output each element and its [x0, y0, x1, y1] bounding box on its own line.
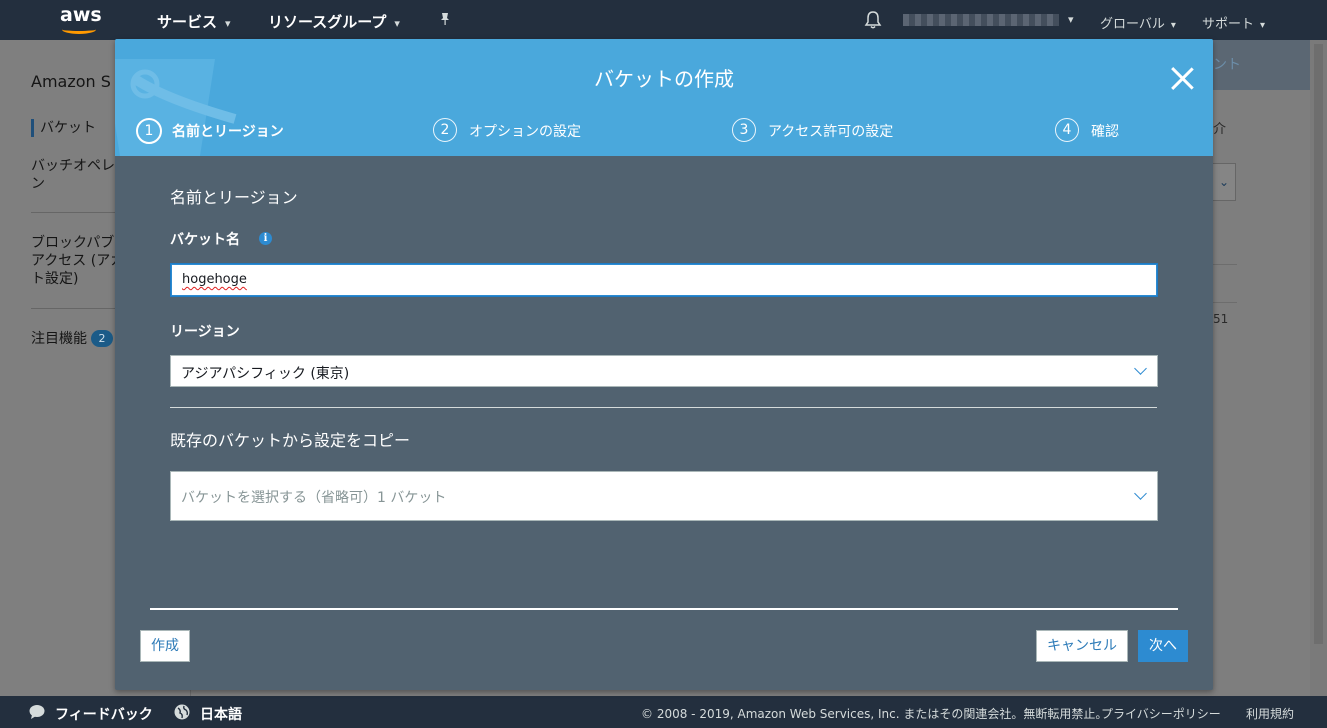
modal-title: バケットの作成	[594, 67, 734, 91]
copy-bucket-placeholder: バケットを選択する（省略可）1 バケット	[181, 490, 447, 506]
services-label: サービス	[157, 13, 218, 31]
chevron-down-icon	[1134, 362, 1147, 375]
section-divider	[170, 407, 1157, 408]
cancel-button[interactable]: キャンセル	[1036, 630, 1128, 662]
chevron-down-icon: ⌄	[1218, 175, 1230, 189]
language-selector[interactable]: 日本語	[200, 704, 242, 724]
sidebar-divider	[31, 212, 116, 213]
top-navigation: aws サービス ▾ リソースグループ ▾ ▾ グローバル ▾ サポート ▾	[0, 0, 1327, 40]
scrollbar-thumb[interactable]	[1314, 44, 1323, 644]
support-menu[interactable]: サポート ▾	[1202, 13, 1265, 32]
info-icon[interactable]: i	[259, 232, 272, 245]
feedback-link[interactable]: フィードバック	[55, 704, 153, 724]
step-number: 4	[1055, 118, 1079, 142]
sidebar-item-block-public-access[interactable]: ブロックパブ	[31, 234, 114, 252]
step-number: 1	[136, 118, 162, 144]
region-select[interactable]: アジアパシフィック (東京)	[170, 355, 1158, 387]
resource-groups-label: リソースグループ	[268, 13, 387, 31]
step-label: 確認	[1091, 124, 1119, 140]
background-header-strip: ント	[1213, 40, 1310, 90]
chevron-down-icon: ▾	[394, 17, 400, 30]
active-indicator	[31, 119, 34, 137]
resource-groups-menu[interactable]: リソースグループ ▾	[268, 11, 400, 32]
aws-smile-icon	[62, 25, 96, 34]
step-number: 2	[433, 118, 457, 142]
background-divider	[1213, 264, 1237, 265]
featured-count-badge: 2	[91, 330, 113, 347]
section-title: 名前とリージョン	[170, 188, 298, 207]
sidebar-item-batch-operations-cont: ン	[31, 176, 45, 192]
bucket-name-value: hogehoge	[182, 272, 247, 287]
background-header-text: ント	[1213, 57, 1241, 73]
sidebar-divider	[31, 308, 116, 309]
support-menu-label: サポート	[1202, 17, 1255, 32]
copyright-text: © 2008 - 2019, Amazon Web Services, Inc.…	[641, 707, 1108, 721]
pin-icon[interactable]	[438, 12, 452, 30]
region-label: リージョン	[170, 324, 240, 340]
bell-icon[interactable]	[864, 10, 882, 30]
footer-divider	[150, 608, 1178, 610]
terms-link[interactable]: 利用規約	[1246, 705, 1294, 722]
next-button[interactable]: 次へ	[1138, 630, 1188, 662]
privacy-policy-link[interactable]: プライバシーポリシー	[1101, 705, 1221, 722]
step-label: 名前とリージョン	[172, 124, 284, 140]
chevron-down-icon: ▾	[1068, 13, 1074, 26]
feedback-icon	[29, 704, 45, 720]
region-value: アジアパシフィック (東京)	[181, 366, 350, 382]
background-divider	[1213, 302, 1237, 303]
sidebar-item-block-public-access-cont: アクセス (アカ	[31, 253, 125, 269]
bucket-name-label: バケット名	[170, 232, 240, 248]
step-label: アクセス許可の設定	[768, 124, 894, 140]
bucket-name-input[interactable]: hogehoge	[171, 264, 1157, 296]
modal-header: バケットの作成 1 名前とリージョン 2 オプションの設定 3 アクセス許可の設…	[115, 39, 1213, 156]
sidebar-item-block-public-access-cont2: ト設定)	[31, 271, 79, 287]
copy-settings-title: 既存のバケットから設定をコピー	[170, 431, 411, 450]
chevron-down-icon: ▾	[1260, 20, 1266, 31]
chevron-down-icon	[1134, 487, 1147, 500]
background-text: 介	[1213, 122, 1227, 137]
globe-icon	[174, 704, 190, 720]
step-number: 3	[732, 118, 756, 142]
sidebar-item-featured[interactable]: 注目機能	[31, 330, 87, 348]
chevron-down-icon: ▾	[225, 17, 231, 30]
chevron-down-icon: ▾	[1170, 20, 1176, 31]
footer: フィードバック 日本語 © 2008 - 2019, Amazon Web Se…	[0, 696, 1327, 728]
background-service-title: Amazon S	[31, 72, 111, 91]
account-menu[interactable]	[903, 14, 1059, 26]
aws-logo[interactable]: aws	[60, 4, 106, 36]
region-menu-label: グローバル	[1100, 17, 1165, 32]
services-menu[interactable]: サービス ▾	[157, 11, 231, 32]
sidebar-item-batch-operations[interactable]: バッチオペレ	[31, 157, 115, 175]
create-button[interactable]: 作成	[140, 630, 190, 662]
background-select: ⌄	[1213, 163, 1236, 201]
page-scrollbar[interactable]	[1310, 40, 1327, 696]
copy-bucket-select[interactable]: バケットを選択する（省略可）1 バケット	[170, 471, 1158, 521]
create-bucket-modal: バケットの作成 1 名前とリージョン 2 オプションの設定 3 アクセス許可の設…	[115, 39, 1213, 690]
close-icon[interactable]	[1170, 66, 1194, 90]
aws-logo-text: aws	[60, 4, 102, 26]
region-menu[interactable]: グローバル ▾	[1100, 13, 1176, 32]
sidebar-item-buckets[interactable]: バケット	[40, 119, 96, 137]
step-label: オプションの設定	[469, 124, 581, 140]
background-number: 51	[1213, 312, 1229, 326]
